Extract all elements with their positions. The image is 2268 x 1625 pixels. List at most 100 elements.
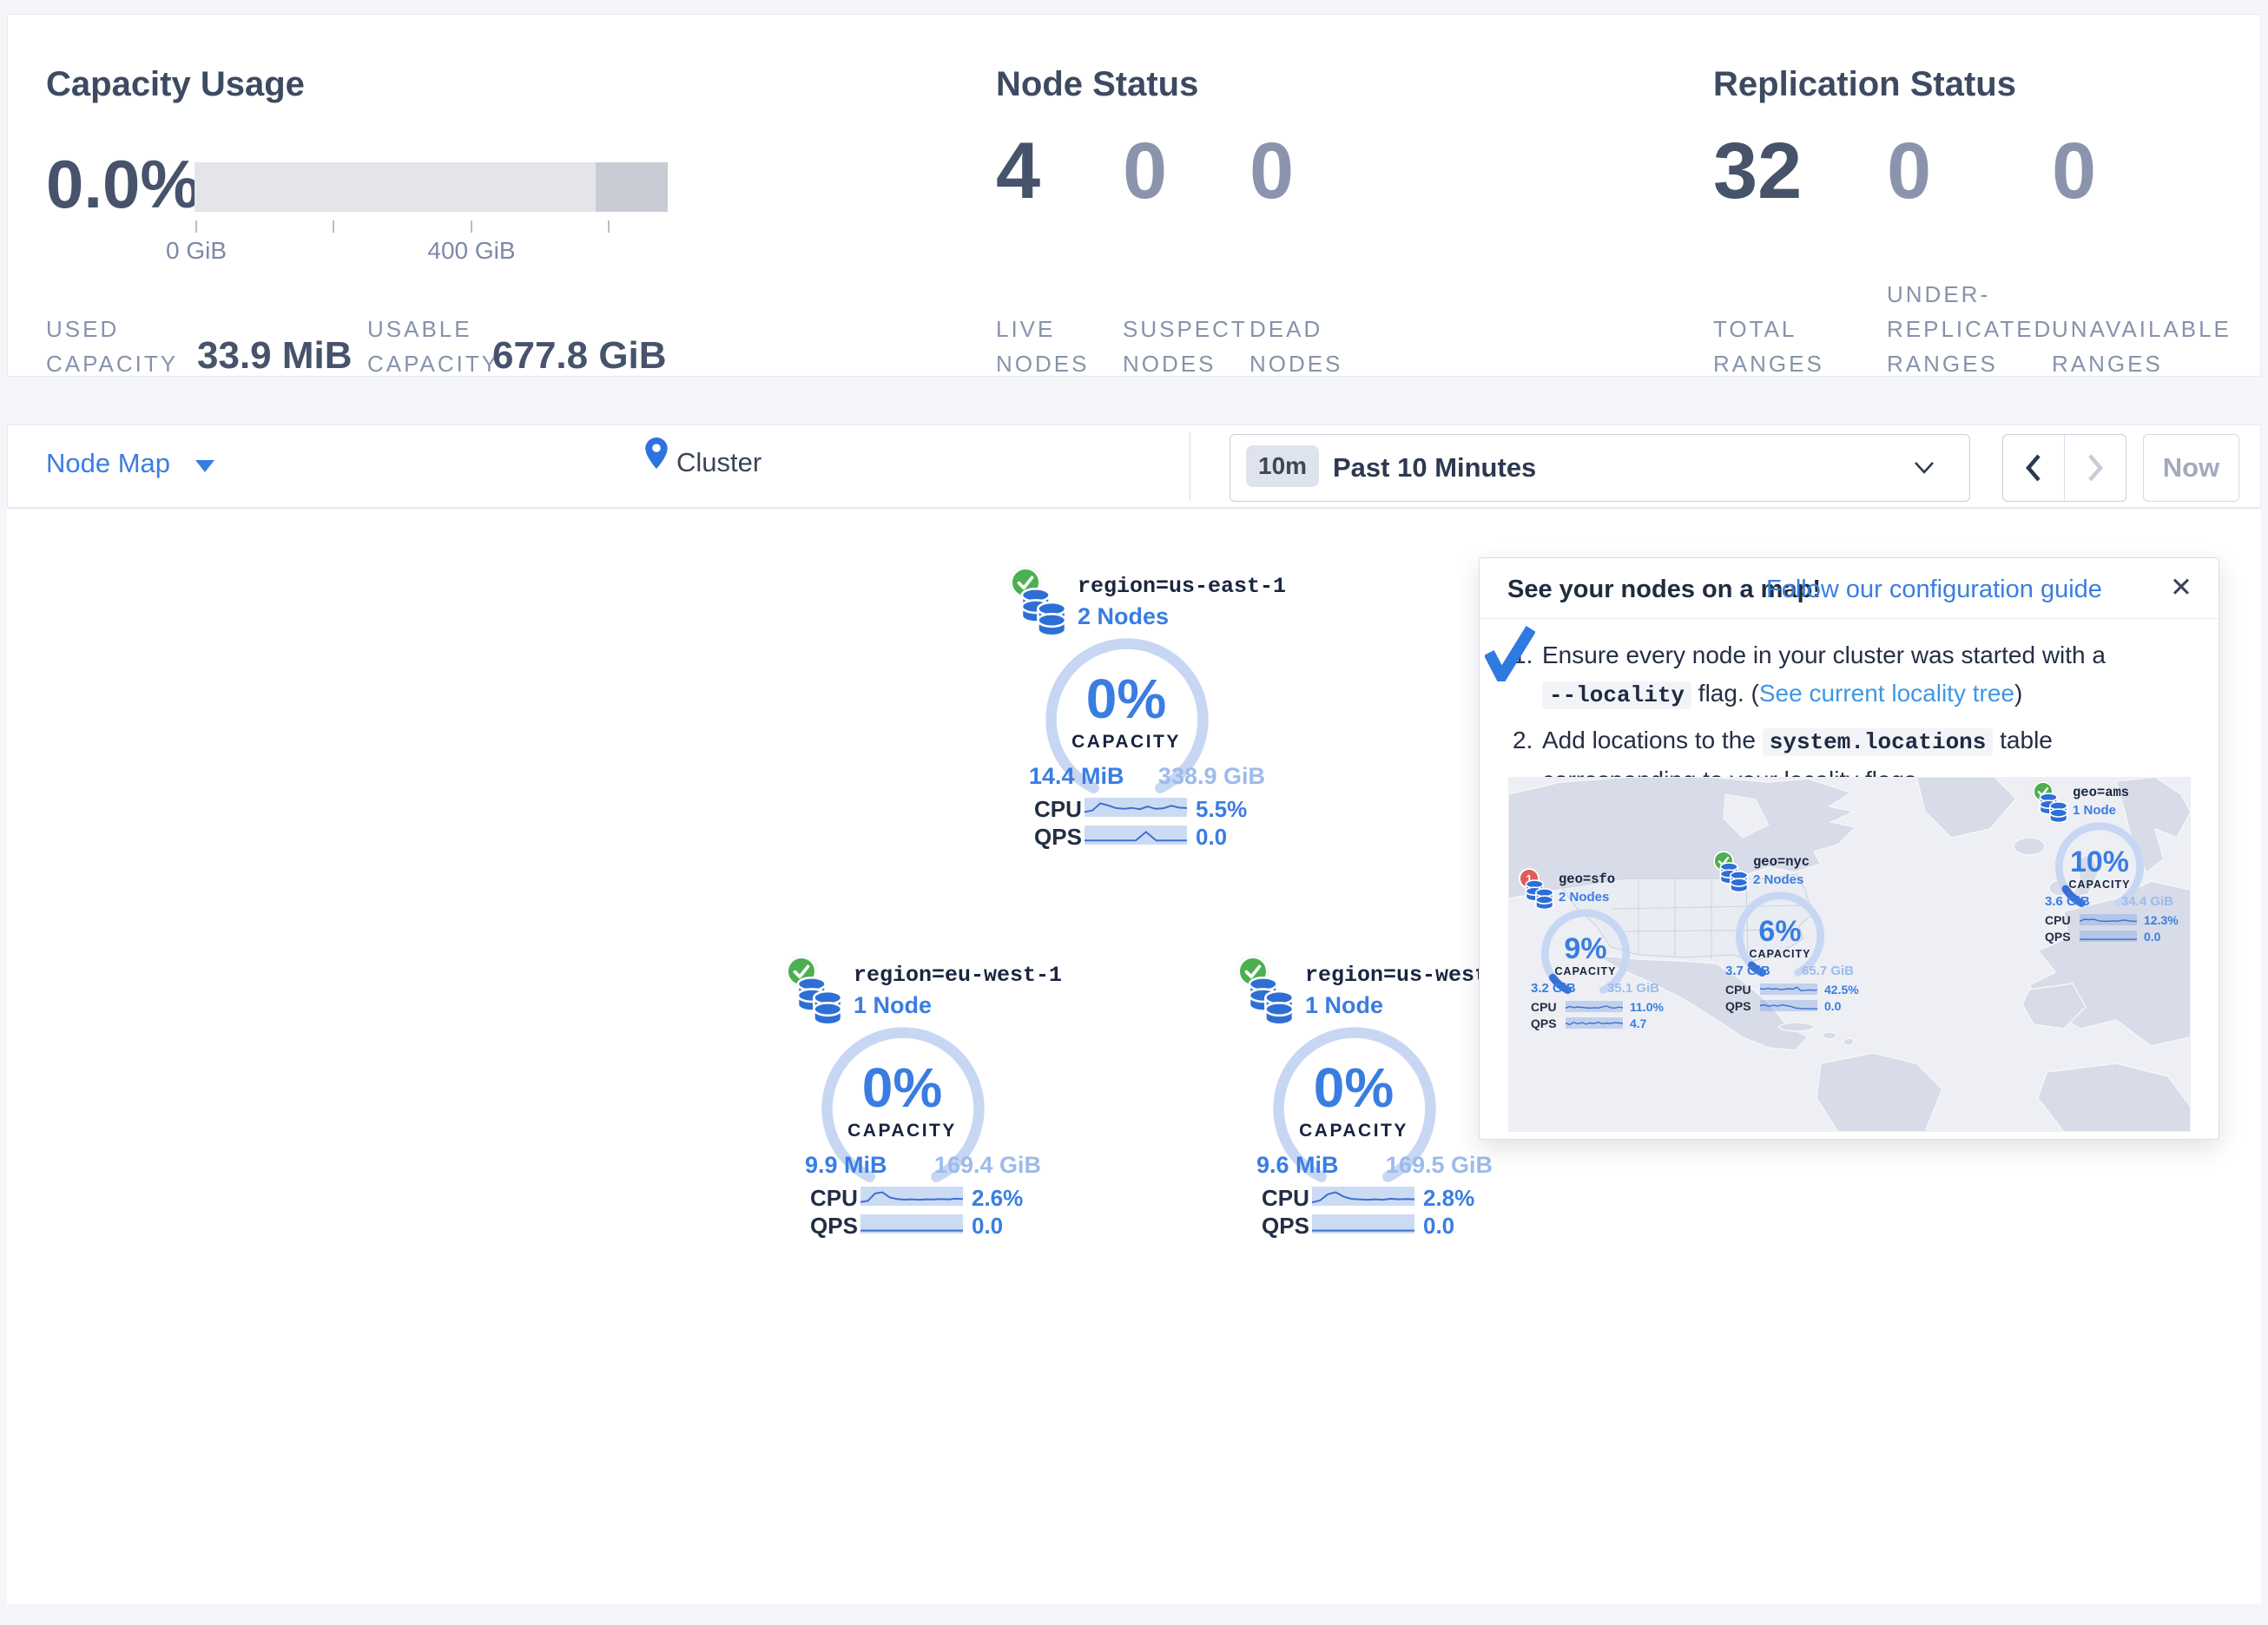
gauge-tick-label: 400 GiB bbox=[402, 237, 541, 265]
qps-label: QPS bbox=[1531, 1016, 1557, 1030]
qps-value: 0.0 bbox=[1423, 1213, 1454, 1240]
capacity-gauge-bar bbox=[194, 162, 668, 212]
qps-value: 0.0 bbox=[972, 1213, 1003, 1240]
capacity-metric-label: USEDCAPACITY bbox=[46, 312, 178, 381]
now-button[interactable]: Now bbox=[2143, 434, 2239, 502]
qps-sparkline bbox=[2080, 931, 2137, 942]
node-count-link[interactable]: 1 Node bbox=[854, 992, 932, 1019]
capacity-word-label: CAPACITY bbox=[1010, 732, 1243, 753]
chevron-right-icon bbox=[2086, 453, 2105, 483]
cpu-value: 12.3% bbox=[2144, 913, 2179, 927]
cpu-metric-row: CPU 2.6% bbox=[786, 1185, 1046, 1207]
total-capacity-value: 65.7 GiB bbox=[1802, 964, 1854, 978]
cpu-value: 2.6% bbox=[972, 1185, 1023, 1212]
used-capacity-value: 3.7 GiB bbox=[1725, 964, 1770, 978]
total-capacity-value: 338.9 GiB bbox=[1158, 763, 1265, 790]
configuration-guide-link[interactable]: Follow our configuration guide bbox=[1766, 576, 2102, 604]
cpu-metric-row: CPU 2.8% bbox=[1237, 1185, 1498, 1207]
stat-count-label: TOTALRANGES bbox=[1713, 312, 1824, 381]
capacity-percent: 9% bbox=[1519, 936, 1652, 962]
cpu-sparkline bbox=[1312, 1187, 1414, 1206]
stat-count-column: 0UNDER-REPLICATEDRANGES bbox=[1887, 128, 2060, 381]
locality-tree-link[interactable]: See current locality tree bbox=[1759, 680, 2014, 707]
database-nodes-icon bbox=[1718, 861, 1750, 892]
capacity-word-label: CAPACITY bbox=[1237, 1121, 1470, 1141]
cpu-sparkline bbox=[2080, 914, 2137, 925]
region-node-card[interactable]: region=us-west-1 1 Node 0% CAPACITY 9.6 … bbox=[1237, 954, 1498, 1242]
region-node-card[interactable]: geo=ams 1 Node 10% CAPACITY 3.6 GiB 34.4… bbox=[2033, 781, 2180, 948]
qps-sparkline bbox=[1312, 1214, 1414, 1234]
capacity-word-label: CAPACITY bbox=[2033, 878, 2166, 891]
stat-count-value: 32 bbox=[1713, 128, 1887, 214]
node-count-link[interactable]: 2 Nodes bbox=[1753, 872, 1803, 887]
total-capacity-value: 35.1 GiB bbox=[1607, 981, 1659, 996]
footer-strip bbox=[0, 1604, 2268, 1625]
node-count-link[interactable]: 2 Nodes bbox=[1559, 890, 1609, 905]
qps-label: QPS bbox=[810, 1213, 858, 1240]
capacity-percent: 0% bbox=[786, 1065, 1019, 1110]
locality-label: region=us-east-1 bbox=[1078, 574, 1286, 599]
cpu-label: CPU bbox=[1531, 1000, 1557, 1014]
view-selector-dropdown[interactable]: Node Map bbox=[46, 448, 170, 479]
time-range-select[interactable]: 10m Past 10 Minutes bbox=[1230, 434, 1970, 502]
step-text-segment: ) bbox=[2014, 680, 2022, 707]
region-node-card[interactable]: region=eu-west-1 1 Node 0% CAPACITY 9.9 … bbox=[786, 954, 1046, 1242]
step-text: Ensure every node in your cluster was st… bbox=[1542, 636, 2193, 714]
used-capacity-value: 9.6 MiB bbox=[1256, 1152, 1339, 1179]
cpu-metric-row: CPU 12.3% bbox=[2033, 913, 2180, 926]
chevron-down-icon bbox=[195, 460, 214, 472]
qps-metric-row: QPS 0.0 bbox=[786, 1213, 1046, 1235]
capacity-metric-label: USABLECAPACITY bbox=[367, 312, 499, 381]
cpu-label: CPU bbox=[1034, 796, 1082, 823]
code-chip: system.locations bbox=[1763, 728, 1994, 756]
cpu-label: CPU bbox=[1725, 983, 1751, 997]
qps-metric-row: QPS 0.0 bbox=[1010, 824, 1270, 846]
qps-label: QPS bbox=[1034, 824, 1082, 851]
time-next-button[interactable] bbox=[2065, 435, 2126, 501]
stat-count-label: UNAVAILABLERANGES bbox=[2052, 312, 2232, 381]
capacity-metric-value: 33.9 MiB bbox=[197, 334, 353, 378]
locality-label: geo=ams bbox=[2073, 785, 2129, 800]
cpu-sparkline bbox=[1566, 1001, 1623, 1012]
step-done-check-icon bbox=[1485, 624, 1535, 681]
region-node-card[interactable]: geo=nyc 2 Nodes 6% CAPACITY 3.7 GiB 65.7… bbox=[1713, 851, 1861, 1017]
gauge-tick bbox=[608, 220, 610, 233]
capacity-gauge-reserved-segment bbox=[596, 162, 668, 212]
step-text-segment: Ensure every node in your cluster was st… bbox=[1542, 641, 2106, 668]
capacity-percent: 6% bbox=[1713, 918, 1847, 944]
region-node-card[interactable]: region=us-east-1 2 Nodes 0% CAPACITY 14.… bbox=[1010, 565, 1270, 853]
capacity-percent: 0% bbox=[1237, 1065, 1470, 1110]
node-count-link[interactable]: 2 Nodes bbox=[1078, 603, 1169, 630]
cpu-value: 5.5% bbox=[1196, 796, 1247, 823]
time-prev-button[interactable] bbox=[2003, 435, 2065, 501]
capacity-percent: 10% bbox=[2033, 849, 2166, 875]
qps-metric-row: QPS 0.0 bbox=[1713, 999, 1861, 1012]
used-capacity-value: 3.6 GiB bbox=[2045, 894, 2090, 909]
cpu-value: 2.8% bbox=[1423, 1185, 1474, 1212]
gauge-tick-label: 0 GiB bbox=[127, 237, 266, 265]
gauge-tick bbox=[195, 220, 197, 233]
step-text-segment: Add locations to the bbox=[1542, 727, 1763, 753]
node-map-toolbar: Node Map Cluster 10m Past 10 Minutes Now bbox=[7, 424, 2261, 508]
world-map: 1 geo=sfo 2 Nodes 9% CAPACITY 3.2 GiB 35… bbox=[1508, 777, 2191, 1132]
database-nodes-icon bbox=[1246, 975, 1296, 1025]
cpu-value: 11.0% bbox=[1630, 1000, 1664, 1014]
node-count-link[interactable]: 1 Node bbox=[2073, 803, 2116, 818]
capacity-usage-percent: 0.0% bbox=[46, 145, 201, 224]
database-nodes-icon bbox=[1019, 586, 1069, 636]
cluster-stats-bar: Capacity Usage 0.0% 0 GiB 400 GiB USEDCA… bbox=[7, 14, 2261, 377]
stat-count-column: 0UNAVAILABLERANGES bbox=[2052, 128, 2225, 381]
total-capacity-value: 34.4 GiB bbox=[2121, 894, 2173, 909]
capacity-word-label: CAPACITY bbox=[1519, 965, 1652, 977]
step-text-segment: flag. ( bbox=[1691, 680, 1759, 707]
breadcrumb-cluster[interactable]: Cluster bbox=[676, 447, 761, 478]
stat-count-column: 32 TOTALRANGES bbox=[1713, 128, 1887, 381]
chevron-down-icon bbox=[1914, 461, 1935, 475]
qps-value: 0.0 bbox=[2144, 930, 2160, 944]
used-capacity-value: 14.4 MiB bbox=[1029, 763, 1124, 790]
close-icon[interactable]: ✕ bbox=[2170, 572, 2192, 603]
region-node-card[interactable]: 1 geo=sfo 2 Nodes 9% CAPACITY 3.2 GiB 35… bbox=[1519, 868, 1666, 1035]
location-pin-icon bbox=[645, 438, 668, 469]
node-count-link[interactable]: 1 Node bbox=[1305, 992, 1383, 1019]
cpu-metric-row: CPU 42.5% bbox=[1713, 983, 1861, 996]
